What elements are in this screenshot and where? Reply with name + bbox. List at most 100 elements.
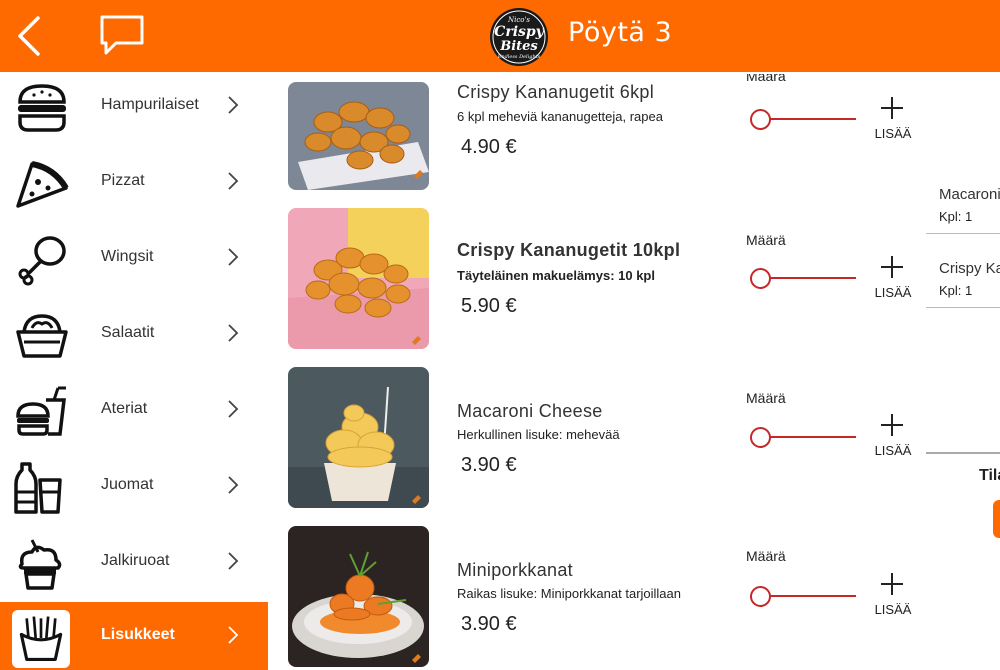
page-title: Pöytä 3 — [568, 17, 673, 48]
chevron-right-icon — [228, 626, 239, 644]
chevron-right-icon — [228, 400, 239, 418]
svg-text:Bites: Bites — [499, 39, 538, 54]
sidebar-item-label: Juomat — [101, 476, 154, 493]
sidebar-item-lisukkeet[interactable]: Lisukkeet — [0, 602, 268, 670]
quantity-label: Määrä — [746, 74, 786, 84]
sidebar-item-label: Wingsit — [101, 248, 154, 265]
fries-icon — [19, 616, 63, 661]
slider-thumb[interactable] — [750, 268, 771, 289]
order-label-clip: Tilaa — [979, 467, 1000, 489]
quantity-slider[interactable] — [750, 267, 856, 289]
salad-bowl-icon — [16, 314, 68, 358]
add-button[interactable]: LISÄÄ — [868, 413, 916, 469]
product-description: Täyteläinen makuelämys: 10 kpl — [457, 268, 655, 283]
plus-icon — [881, 573, 903, 595]
chicken-leg-icon — [18, 236, 66, 286]
meal-combo-icon — [16, 386, 66, 436]
svg-text:Crispy: Crispy — [494, 24, 545, 40]
product-image[interactable] — [288, 208, 429, 349]
svg-text:Nico's: Nico's — [507, 16, 530, 24]
product-image[interactable] — [288, 82, 429, 190]
sidebar-item-salaatit[interactable]: Salaatit — [0, 300, 268, 370]
svg-text:Endless Delights: Endless Delights — [497, 54, 541, 60]
slider-track — [760, 595, 856, 597]
quantity-label: Määrä — [746, 390, 786, 406]
quantity-slider[interactable] — [750, 426, 856, 448]
category-sidebar: Hampurilaiset Pizzat Wingsit Salaatit At… — [0, 72, 268, 670]
quantity-slider[interactable] — [750, 585, 856, 607]
cart-item: Macaroni Cheese Kpl: 1 — [926, 186, 1000, 234]
product-description: Raikas lisuke: Miniporkkanat tarjoillaan — [457, 586, 681, 601]
sidebar-item-label: Hampurilaiset — [101, 96, 199, 113]
product-description: Herkullinen lisuke: mehevää — [457, 427, 620, 442]
product-description: 6 kpl meheviä kananugetteja, rapea — [457, 109, 663, 124]
slider-track — [760, 436, 856, 438]
sidebar-item-label: Salaatit — [101, 324, 155, 341]
product-card: Macaroni Cheese Herkullinen lisuke: mehe… — [286, 367, 746, 513]
quantity-label: Määrä — [746, 548, 786, 564]
slider-track — [760, 118, 856, 120]
chevron-right-icon — [228, 172, 239, 190]
sidebar-item-label: Lisukkeet — [101, 626, 175, 643]
quantity-slider[interactable] — [750, 108, 856, 130]
add-button-label: LISÄÄ — [874, 285, 912, 300]
burger-icon — [18, 84, 66, 132]
drinks-icon — [14, 462, 62, 514]
order-button[interactable] — [993, 500, 1000, 538]
order-button-clip — [993, 500, 1000, 538]
sidebar-item-jalkiruoat[interactable]: Jalkiruoat — [0, 528, 268, 598]
product-card: Miniporkkanat Raikas lisuke: Miniporkkan… — [286, 526, 746, 670]
brand-logo: Nico's Crispy Bites Endless Delights — [488, 7, 550, 67]
back-button[interactable] — [12, 14, 48, 58]
chat-button[interactable] — [98, 14, 146, 58]
chevron-right-icon — [228, 324, 239, 342]
sidebar-item-wingsit[interactable]: Wingsit — [0, 224, 268, 294]
chevron-right-icon — [228, 476, 239, 494]
plus-icon — [881, 97, 903, 119]
pizza-slice-icon — [16, 161, 69, 208]
product-image[interactable] — [288, 367, 429, 508]
slider-thumb[interactable] — [750, 109, 771, 130]
sidebar-item-pizzat[interactable]: Pizzat — [0, 148, 268, 218]
cart-item-qty: Kpl: 1 — [939, 209, 973, 224]
plus-icon — [881, 414, 903, 436]
slider-thumb[interactable] — [750, 427, 771, 448]
plus-icon — [881, 256, 903, 278]
cart-item: Crispy Kananugetit 6kpl Kpl: 1 — [926, 260, 1000, 308]
product-card: Crispy Kananugetit 10kpl Täyteläinen mak… — [286, 208, 746, 354]
chat-bubble-icon — [100, 15, 144, 55]
product-price: 4.90 € — [461, 136, 517, 158]
sidebar-item-label: Ateriat — [101, 400, 148, 417]
app-header: Nico's Crispy Bites Endless Delights Pöy… — [0, 0, 1000, 72]
add-button-label: LISÄÄ — [874, 443, 912, 458]
add-button[interactable]: LISÄÄ — [868, 572, 916, 628]
product-name: Crispy Kananugetit 6kpl — [457, 82, 655, 102]
ice-cream-icon — [18, 539, 62, 590]
add-button-label: LISÄÄ — [874, 602, 912, 617]
sidebar-item-label: Pizzat — [101, 172, 145, 189]
product-price: 3.90 € — [461, 613, 517, 635]
cart-item-name: Macaroni Cheese — [939, 186, 1000, 203]
product-card: Crispy Kananugetit 6kpl 6 kpl meheviä ka… — [286, 82, 746, 228]
sidebar-item-hampurilaiset[interactable]: Hampurilaiset — [0, 72, 268, 142]
sidebar-item-label: Jalkiruoat — [101, 552, 170, 569]
chevron-left-icon — [18, 16, 40, 56]
product-name: Crispy Kananugetit 10kpl — [457, 240, 681, 260]
add-button[interactable]: LISÄÄ — [868, 96, 916, 152]
chevron-right-icon — [228, 248, 239, 266]
product-name: Miniporkkanat — [457, 560, 573, 580]
add-button[interactable]: LISÄÄ — [868, 255, 916, 311]
add-button-label: LISÄÄ — [874, 126, 912, 141]
sidebar-item-juomat[interactable]: Juomat — [0, 452, 268, 522]
cart-divider — [926, 452, 1000, 454]
slider-track — [760, 277, 856, 279]
product-name: Macaroni Cheese — [457, 401, 603, 421]
sidebar-item-ateriat[interactable]: Ateriat — [0, 376, 268, 446]
slider-thumb[interactable] — [750, 586, 771, 607]
chevron-right-icon — [228, 552, 239, 570]
product-price: 5.90 € — [461, 295, 517, 317]
quantity-label: Määrä — [746, 232, 786, 248]
cart-item-qty: Kpl: 1 — [939, 283, 973, 298]
cart-item-name: Crispy Kananugetit 6kpl — [939, 260, 1000, 277]
product-image[interactable] — [288, 526, 429, 667]
